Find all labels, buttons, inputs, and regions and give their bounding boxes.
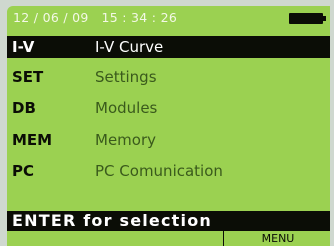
battery-icon xyxy=(289,13,326,24)
menu-item-key: PC xyxy=(12,162,35,180)
menu-item-key: I-V xyxy=(12,38,35,56)
instrument-display-frame: 12 / 06 / 09 15 : 34 : 26 I-V I-V Curve … xyxy=(0,0,334,246)
menu-item-key: MEM xyxy=(12,131,53,149)
menu-item-label: Settings xyxy=(95,68,157,86)
lcd-screen: 12 / 06 / 09 15 : 34 : 26 I-V I-V Curve … xyxy=(7,6,330,246)
menu-item-pc-communication[interactable]: PC PC Comunication xyxy=(7,160,330,182)
menu-item-key: DB xyxy=(12,99,36,117)
selection-prompt-bar: ENTER for selection xyxy=(7,211,330,231)
menu-item-label: I-V Curve xyxy=(95,38,164,56)
menu-softkey[interactable]: MENU xyxy=(233,232,323,246)
softkey-divider xyxy=(223,231,224,246)
menu-item-label: Memory xyxy=(95,131,157,149)
menu-item-key: SET xyxy=(12,68,44,86)
softkey-bar: MENU xyxy=(7,231,330,246)
date-time-readout: 12 / 06 / 09 15 : 34 : 26 xyxy=(13,10,178,25)
menu-item-label: PC Comunication xyxy=(95,162,223,180)
menu-item-settings[interactable]: SET Settings xyxy=(7,66,330,88)
status-bar: 12 / 06 / 09 15 : 34 : 26 xyxy=(7,6,330,32)
menu-item-memory[interactable]: MEM Memory xyxy=(7,129,330,151)
menu-item-iv-curve[interactable]: I-V I-V Curve xyxy=(7,36,330,58)
selection-prompt-text: ENTER for selection xyxy=(12,211,212,230)
menu-item-label: Modules xyxy=(95,99,158,117)
menu-item-modules[interactable]: DB Modules xyxy=(7,97,330,119)
